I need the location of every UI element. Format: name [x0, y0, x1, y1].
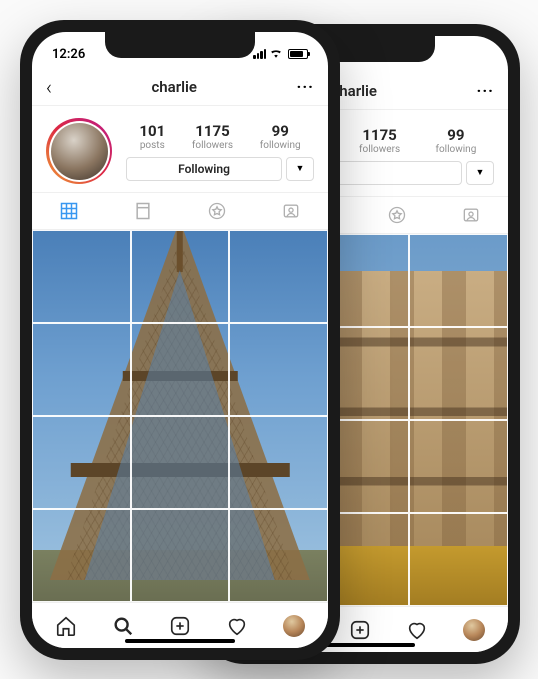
view-tabs — [32, 192, 328, 230]
feed-view-tab[interactable] — [106, 193, 180, 229]
stat-following[interactable]: 99 following — [260, 122, 301, 151]
profile-stats: 101 posts 1175 followers 99 following Fo… — [126, 122, 314, 181]
tagged-icon — [281, 201, 301, 221]
phone-mockup-front: 12:26 ‹ charlie ··· 101 pos — [20, 20, 340, 660]
notch — [105, 32, 255, 58]
profile-username[interactable]: charlie — [151, 78, 197, 96]
nav-profile[interactable] — [453, 619, 495, 641]
stat-followers[interactable]: 1175 followers — [192, 122, 233, 151]
suggestions-dropdown-button[interactable]: ▼ — [286, 157, 314, 181]
heart-icon — [406, 619, 428, 641]
tab-star[interactable] — [180, 193, 254, 229]
posts-grid[interactable] — [32, 230, 328, 602]
profile-info-row: 101 posts 1175 followers 99 following Fo… — [32, 106, 328, 192]
tagged-view-tab[interactable] — [254, 193, 328, 229]
nav-activity[interactable] — [396, 619, 438, 641]
star-icon — [207, 201, 227, 221]
avatar[interactable] — [46, 118, 112, 184]
feed-icon — [133, 201, 153, 221]
stat-followers[interactable]: 1175 followers — [359, 126, 400, 155]
suggestions-dropdown-button[interactable]: ▼ — [466, 161, 494, 185]
grid-icon — [59, 201, 79, 221]
profile-avatar-icon — [463, 619, 485, 641]
heart-icon — [226, 615, 248, 637]
back-button[interactable]: ‹ — [46, 75, 52, 99]
plus-square-icon — [169, 615, 191, 637]
tagged-icon — [461, 205, 481, 225]
tab-star[interactable] — [360, 197, 434, 233]
nav-activity[interactable] — [216, 615, 258, 637]
screen: 12:26 ‹ charlie ··· 101 pos — [32, 32, 328, 648]
wifi-icon — [269, 47, 283, 61]
signal-icon — [253, 49, 266, 59]
nav-home[interactable] — [45, 615, 87, 637]
home-indicator[interactable] — [125, 639, 235, 643]
home-icon — [55, 615, 77, 637]
status-time: 12:26 — [52, 47, 85, 62]
tagged-view-tab[interactable] — [434, 197, 508, 233]
search-icon — [112, 615, 134, 637]
more-options-button[interactable]: ··· — [477, 81, 494, 100]
grid-view-tab[interactable] — [32, 193, 106, 229]
more-options-button[interactable]: ··· — [297, 77, 314, 96]
status-right — [253, 47, 308, 61]
follow-button-row: Following ▼ — [126, 157, 314, 181]
following-button[interactable]: Following — [126, 157, 282, 181]
stat-following[interactable]: 99 following — [435, 126, 476, 155]
nav-search[interactable] — [102, 615, 144, 637]
profile-header: ‹ charlie ··· — [32, 68, 328, 106]
nav-new-post[interactable] — [339, 619, 381, 641]
grid-image-eiffel — [32, 230, 328, 602]
nav-new-post[interactable] — [159, 615, 201, 637]
star-icon — [387, 205, 407, 225]
stat-posts[interactable]: 101 posts — [139, 122, 165, 151]
battery-icon — [288, 49, 308, 59]
nav-profile[interactable] — [273, 615, 315, 637]
plus-square-icon — [349, 619, 371, 641]
profile-avatar-icon — [283, 615, 305, 637]
